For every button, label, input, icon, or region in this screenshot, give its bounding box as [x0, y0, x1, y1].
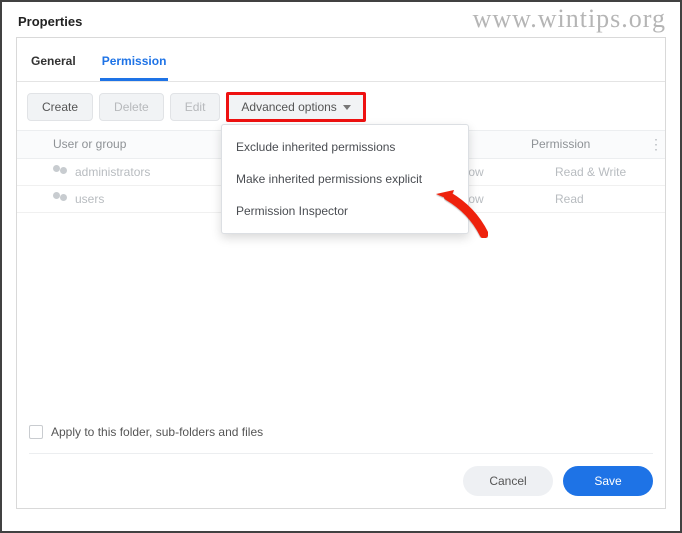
cancel-button[interactable]: Cancel	[463, 466, 553, 496]
dd-make-explicit[interactable]: Make inherited permissions explicit	[222, 163, 468, 195]
advanced-options-button[interactable]: Advanced options	[226, 92, 365, 122]
col-permission[interactable]: Permission	[523, 131, 641, 158]
group-icon	[53, 192, 69, 206]
tab-bar: General Permission	[17, 38, 665, 82]
cell-permission: Read & Write	[547, 159, 665, 185]
footer-actions: Cancel Save	[29, 454, 653, 496]
user-name: users	[75, 192, 104, 206]
cell-permission: Read	[547, 186, 665, 212]
col-checkbox	[17, 131, 45, 158]
row-checkbox[interactable]	[17, 193, 45, 205]
user-name: administrators	[75, 165, 150, 179]
footer: Apply to this folder, sub-folders and fi…	[17, 415, 665, 508]
save-button[interactable]: Save	[563, 466, 653, 496]
tab-permission[interactable]: Permission	[100, 48, 169, 81]
dd-permission-inspector[interactable]: Permission Inspector	[222, 195, 468, 227]
row-checkbox[interactable]	[17, 166, 45, 178]
delete-button: Delete	[99, 93, 164, 121]
apply-row: Apply to this folder, sub-folders and fi…	[29, 425, 653, 454]
col-menu[interactable]: ⋮	[641, 131, 665, 158]
tab-general[interactable]: General	[29, 48, 78, 81]
window-title: Properties	[2, 2, 680, 37]
content-panel: General Permission Create Delete Edit Ad…	[16, 37, 666, 509]
advanced-options-label: Advanced options	[241, 100, 336, 114]
caret-down-icon	[343, 105, 351, 110]
edit-button: Edit	[170, 93, 221, 121]
toolbar: Create Delete Edit Advanced options	[17, 82, 665, 130]
vertical-dots-icon: ⋮	[649, 136, 663, 152]
dd-exclude-inherited[interactable]: Exclude inherited permissions	[222, 131, 468, 163]
window: www.wintips.org Properties General Permi…	[0, 0, 682, 533]
group-icon	[53, 165, 69, 179]
create-button[interactable]: Create	[27, 93, 93, 121]
apply-label: Apply to this folder, sub-folders and fi…	[51, 425, 263, 439]
apply-checkbox[interactable]	[29, 425, 43, 439]
advanced-options-dropdown: Exclude inherited permissions Make inher…	[221, 124, 469, 234]
permissions-table: User or group Type Permission ⋮ administ…	[17, 130, 665, 213]
